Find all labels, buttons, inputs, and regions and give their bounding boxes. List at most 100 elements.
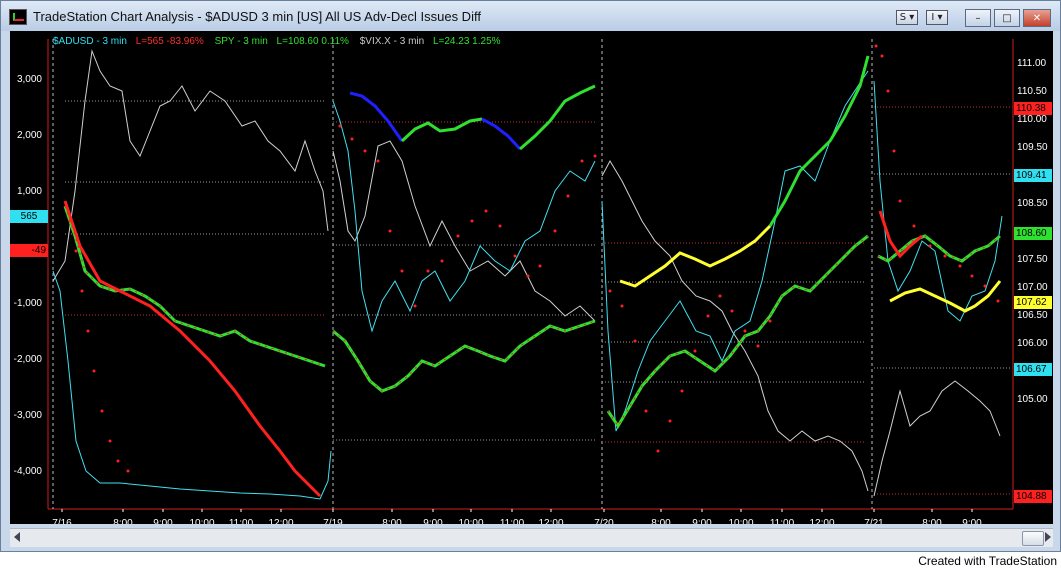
- right-axis-tick-label: 110.00: [1017, 114, 1047, 125]
- spy-price-line: [606, 234, 869, 429]
- footer-credit: Created with TradeStation: [918, 554, 1057, 568]
- vix-series-line: [873, 380, 1001, 497]
- tradestation-app-icon: [9, 9, 27, 25]
- chart-plot-area[interactable]: 3,000 2,000 1,000 -1,000 -2,000 -3,000 -4,000 1…: [10, 31, 1053, 524]
- parabolic-sar-dot: [363, 149, 367, 153]
- time-axis-label: 10:00: [728, 518, 753, 524]
- scroll-left-arrow-icon[interactable]: [14, 532, 20, 542]
- lower-level-tag: 106.67: [1014, 363, 1052, 376]
- time-axis-label: 8:00: [382, 518, 402, 524]
- parabolic-sar-dot: [498, 224, 502, 228]
- adusd-close-tag: -49: [10, 244, 48, 257]
- parabolic-sar-dot: [68, 219, 72, 223]
- legend-adusd-last: L=565 -83.96%: [135, 36, 204, 47]
- maximize-button[interactable]: □: [994, 9, 1020, 27]
- parabolic-sar-dot: [958, 264, 962, 268]
- right-axis-tick-label: 108.50: [1017, 198, 1048, 209]
- parabolic-sar-dot: [912, 224, 916, 228]
- adusd-series-line: [873, 80, 1003, 322]
- time-axis-label: 12:00: [809, 518, 834, 524]
- parabolic-sar-dot: [892, 149, 896, 153]
- right-axis-tick-label: 106.50: [1017, 310, 1048, 321]
- parabolic-sar-dot: [126, 469, 130, 473]
- right-axis-tick-label: 107.50: [1017, 254, 1048, 265]
- left-axis-tick-label: -2,000: [14, 354, 43, 365]
- parabolic-sar-dot: [376, 159, 380, 163]
- adusd-decline-line: [63, 200, 322, 498]
- parabolic-sar-dot: [983, 284, 987, 288]
- parabolic-sar-dot: [886, 89, 890, 93]
- parabolic-sar-dot: [768, 319, 772, 323]
- right-axis-tick-label: 106.00: [1017, 338, 1048, 349]
- chart-legend: $ADUSD - 3 min L=565 -83.96% SPY - 3 min…: [53, 36, 501, 47]
- parabolic-sar-dot: [943, 254, 947, 258]
- parabolic-sar-dot: [400, 269, 404, 273]
- left-axis-tick-label: 1,000: [17, 186, 42, 197]
- horizontal-scrollbar[interactable]: [10, 528, 1053, 547]
- left-axis-tick-label: -1,000: [14, 298, 43, 309]
- adusd-last-tag: 565: [10, 210, 48, 223]
- time-axis-label: 8:00: [651, 518, 671, 524]
- spy-price-line: [63, 205, 326, 368]
- parabolic-sar-dot: [880, 54, 884, 58]
- parabolic-sar-dot: [413, 304, 417, 308]
- parabolic-sar-dot: [538, 264, 542, 268]
- parabolic-sar-dot: [693, 349, 697, 353]
- parabolic-sar-dot: [513, 254, 517, 258]
- left-axis-tick-label: -3,000: [14, 410, 43, 421]
- parabolic-sar-dot: [668, 419, 672, 423]
- parabolic-sar-dot: [470, 219, 474, 223]
- time-axis-label: 9:00: [962, 518, 982, 524]
- chart-window: TradeStation Chart Analysis - $ADUSD 3 m…: [0, 0, 1061, 552]
- parabolic-sar-dot: [996, 299, 1000, 303]
- time-axis-label: 10:00: [189, 518, 214, 524]
- time-axis-label: 11:00: [770, 518, 795, 524]
- moving-average-tag: 107.62: [1014, 296, 1052, 309]
- legend-spy-symbol: SPY - 3 min: [214, 36, 268, 47]
- spy-last-tag: 108.60: [1014, 227, 1052, 240]
- parabolic-sar-dot: [680, 389, 684, 393]
- left-axis-tick-label: 2,000: [17, 130, 42, 141]
- time-axis-label: 9:00: [423, 518, 443, 524]
- parabolic-sar-dot: [633, 339, 637, 343]
- minimize-button[interactable]: –: [965, 9, 991, 27]
- title-bar[interactable]: TradeStation Chart Analysis - $ADUSD 3 m…: [1, 1, 1060, 31]
- close-button[interactable]: ✕: [1023, 9, 1051, 27]
- window-title: TradeStation Chart Analysis - $ADUSD 3 m…: [33, 9, 481, 24]
- parabolic-sar-dot: [108, 439, 112, 443]
- parabolic-sar-dot: [898, 199, 902, 203]
- time-axis-label: 12:00: [538, 518, 563, 524]
- parabolic-sar-dot: [620, 304, 624, 308]
- vix-level-tag: 109.41: [1014, 169, 1052, 182]
- price-chart[interactable]: 3,000 2,000 1,000 -1,000 -2,000 -3,000 -4,000 1…: [10, 31, 1053, 524]
- legend-vix-symbol: $VIX.X - 3 min: [359, 36, 425, 47]
- scroll-thumb[interactable]: [1022, 531, 1044, 546]
- parabolic-sar-dot: [718, 294, 722, 298]
- parabolic-sar-dot: [456, 234, 460, 238]
- parabolic-sar-dot: [593, 154, 597, 158]
- right-axis-tick-label: 107.00: [1017, 282, 1048, 293]
- parabolic-sar-dot: [484, 209, 488, 213]
- interval-link-button[interactable]: I ▾: [926, 10, 948, 25]
- right-axis-tick-label: 111.00: [1017, 58, 1047, 69]
- parabolic-sar-dot: [80, 289, 84, 293]
- spy-average-segment-green: [519, 84, 596, 151]
- parabolic-sar-dot: [100, 409, 104, 413]
- scroll-right-arrow-icon[interactable]: [1045, 532, 1051, 542]
- symbol-link-button[interactable]: S ▾: [896, 10, 918, 25]
- adusd-series-line: [601, 70, 869, 432]
- parabolic-sar-dot: [350, 137, 354, 141]
- adusd-series-line: [332, 100, 596, 333]
- left-axis-tick-label: -4,000: [14, 466, 43, 477]
- time-axis-label: 10:00: [458, 518, 483, 524]
- legend-spy-last: L=108.60 0.11%: [276, 36, 349, 47]
- parabolic-sar-dot: [338, 124, 342, 128]
- time-axis-label: 12:00: [268, 518, 293, 524]
- parabolic-sar-dot: [874, 44, 878, 48]
- time-axis-label: 8:00: [922, 518, 942, 524]
- moving-average-yellow: [619, 224, 772, 288]
- left-axis-tick-label: 3,000: [17, 74, 42, 85]
- spy-average-segment-blue: [349, 91, 404, 142]
- parabolic-sar-dot: [440, 259, 444, 263]
- parabolic-sar-dot: [92, 369, 96, 373]
